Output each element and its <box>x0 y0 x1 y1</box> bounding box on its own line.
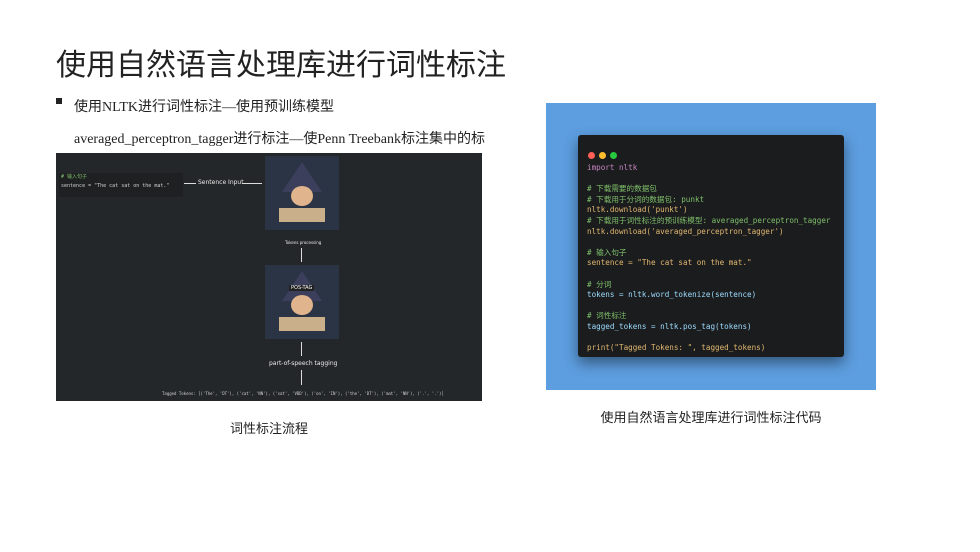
arrow-right <box>242 183 262 184</box>
close-dot-icon <box>588 152 595 159</box>
code-line: tokens = nltk.word_tokenize(sentence) <box>587 290 757 300</box>
pos-tag-badge: POS-TAG <box>289 285 315 291</box>
code-line: # 输入句子 <box>587 247 627 257</box>
maximize-dot-icon <box>610 152 617 159</box>
code-line: nltk.download('averaged_perceptron_tagge… <box>587 226 784 236</box>
code-line: print("Tagged Tokens: ", tagged_tokens) <box>587 343 766 353</box>
code-line: sentence = "The cat sat on the mat." <box>587 258 752 268</box>
snippet-code: sentence = "The cat sat on the mat." <box>61 183 170 189</box>
wizard-illustration: POS-TAG <box>265 265 339 339</box>
code-screenshot-image: import nltk # 下载需要的数据包 # 下载用于分词的数据包: punk… <box>546 103 876 390</box>
label-tokenize: Tokens processing <box>285 240 322 245</box>
label-sentence-input: Sentence Input <box>198 179 244 186</box>
bullet-marker <box>56 98 62 104</box>
code-line: # 下载用于词性标注的预训练模型: averaged_perceptron_ta… <box>587 215 831 225</box>
caption-right: 使用自然语言处理库进行词性标注代码 <box>600 411 822 426</box>
code-line: # 词性标注 <box>587 311 627 321</box>
code-block: import nltk # 下载需要的数据包 # 下载用于分词的数据包: punk… <box>587 163 830 354</box>
code-line: nltk.download('punkt') <box>587 205 688 215</box>
code-line: tagged_tokens = nltk.pos_tag(tokens) <box>587 321 752 331</box>
arrow-down <box>301 248 302 262</box>
arrow-right <box>184 183 196 184</box>
window-controls <box>588 144 621 163</box>
pos-tagging-flow-image: # 输入句子 sentence = "The cat sat on the ma… <box>56 153 482 401</box>
code-line: # 下载用于分词的数据包: punkt <box>587 194 705 204</box>
snippet-comment: # 输入句子 <box>61 174 88 180</box>
label-pos-tagging: part-of-speech tagging <box>269 360 338 367</box>
minimize-dot-icon <box>599 152 606 159</box>
code-line: import nltk <box>587 163 638 172</box>
arrow-down <box>301 370 302 385</box>
code-line: # 分词 <box>587 279 612 289</box>
arrow-down <box>301 342 302 356</box>
tagged-output: Tagged Tokens: [('The', 'DT'), ('cat', '… <box>162 391 444 396</box>
slide-title: 使用自然语言处理库进行词性标注 <box>56 48 506 83</box>
wizard-illustration <box>265 156 339 230</box>
code-snippet: # 输入句子 sentence = "The cat sat on the ma… <box>59 173 183 197</box>
caption-left: 词性标注流程 <box>229 422 308 437</box>
code-window: import nltk # 下载需要的数据包 # 下载用于分词的数据包: punk… <box>578 135 844 357</box>
code-line: # 下载需要的数据包 <box>587 184 657 194</box>
